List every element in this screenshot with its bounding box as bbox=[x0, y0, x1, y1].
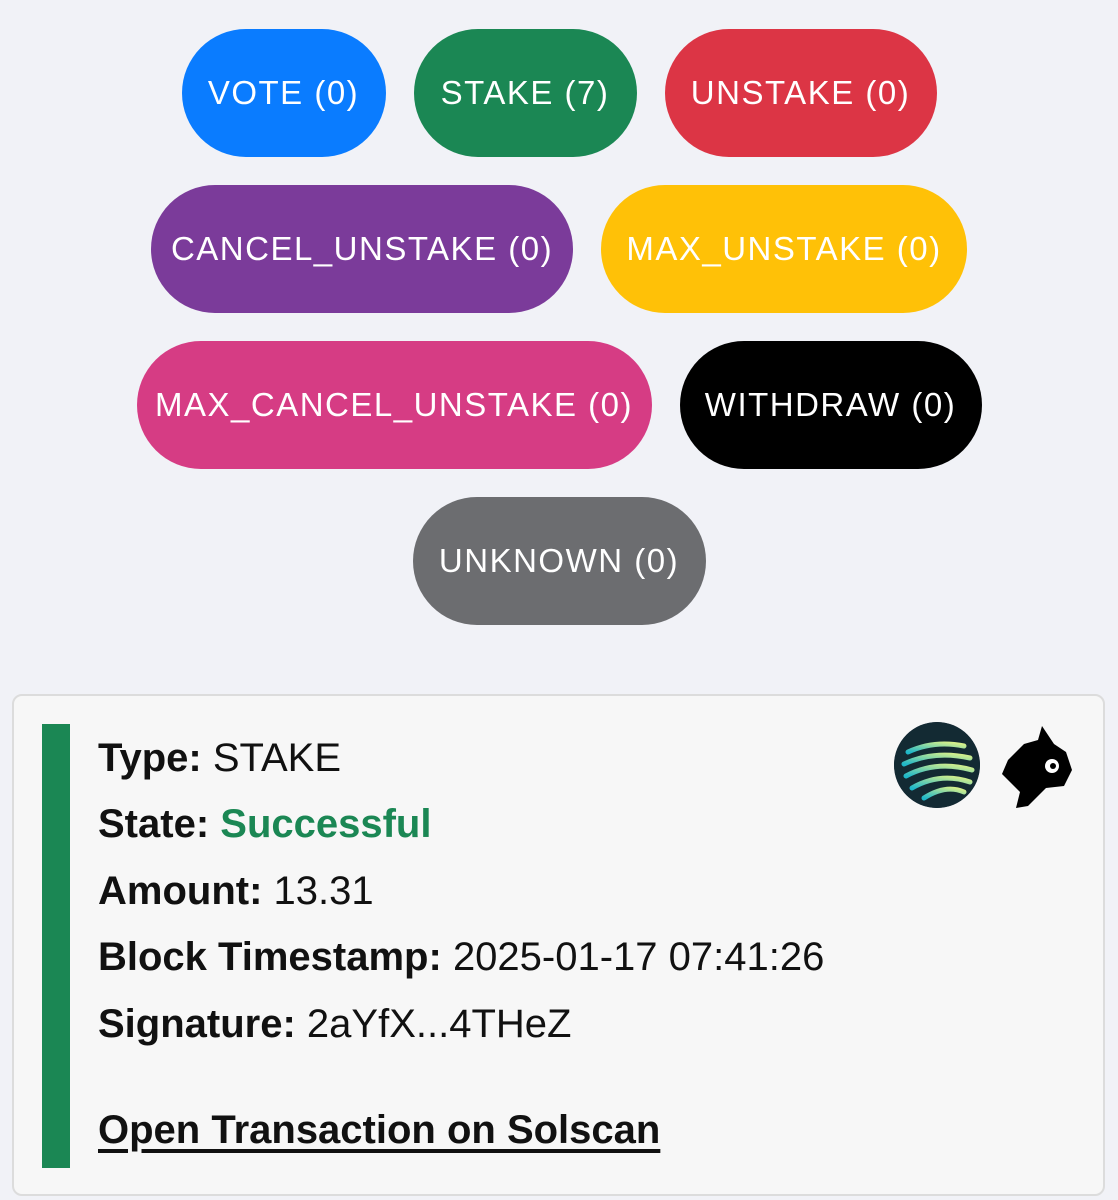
signature-row: Signature: 2aYfX...4THeZ bbox=[98, 1002, 571, 1047]
filter-max-unstake-button[interactable]: MAX_UNSTAKE (0) bbox=[601, 185, 967, 313]
state-value: Successful bbox=[220, 802, 432, 846]
filter-unknown-button[interactable]: UNKNOWN (0) bbox=[412, 497, 706, 625]
state-row: State: Successful bbox=[98, 802, 431, 847]
timestamp-row: Block Timestamp: 2025-01-17 07:41:26 bbox=[98, 935, 824, 980]
signature-value: 2aYfX...4THeZ bbox=[306, 1002, 572, 1046]
filter-row-3: MAX_CANCEL_UNSTAKE (0) WITHDRAW (0) bbox=[0, 341, 1118, 469]
filter-cancel-unstake-button[interactable]: CANCEL_UNSTAKE (0) bbox=[151, 185, 573, 313]
timestamp-label: Block Timestamp: bbox=[98, 935, 442, 979]
type-row: Type: STAKE bbox=[98, 736, 341, 781]
amount-row: Amount: 13.31 bbox=[98, 869, 374, 914]
network-logo-icon[interactable] bbox=[894, 722, 980, 808]
amount-label: Amount: bbox=[98, 869, 263, 913]
filter-row-1: VOTE (0) STAKE (7) UNSTAKE (0) bbox=[0, 29, 1118, 157]
type-value: STAKE bbox=[212, 736, 342, 780]
timestamp-value: 2025-01-17 07:41:26 bbox=[452, 935, 825, 979]
open-solscan-link[interactable]: Open Transaction on Solscan bbox=[98, 1108, 660, 1153]
filter-row-4: UNKNOWN (0) bbox=[0, 497, 1118, 625]
filter-unstake-button[interactable]: UNSTAKE (0) bbox=[664, 29, 937, 157]
fox-logo-icon[interactable] bbox=[998, 722, 1078, 810]
filter-stake-button[interactable]: STAKE (7) bbox=[413, 29, 637, 157]
type-label: Type: bbox=[98, 736, 202, 780]
transaction-card: Type: STAKE State: Successful Amount: 13… bbox=[12, 694, 1105, 1196]
filter-withdraw-button[interactable]: WITHDRAW (0) bbox=[679, 341, 982, 469]
filter-max-cancel-unstake-button[interactable]: MAX_CANCEL_UNSTAKE (0) bbox=[136, 341, 652, 469]
status-accent-bar bbox=[42, 724, 70, 1168]
state-label: State: bbox=[98, 802, 210, 846]
filter-row-2: CANCEL_UNSTAKE (0) MAX_UNSTAKE (0) bbox=[0, 185, 1118, 313]
amount-value: 13.31 bbox=[273, 869, 374, 913]
filter-vote-button[interactable]: VOTE (0) bbox=[181, 29, 386, 157]
signature-label: Signature: bbox=[98, 1002, 296, 1046]
